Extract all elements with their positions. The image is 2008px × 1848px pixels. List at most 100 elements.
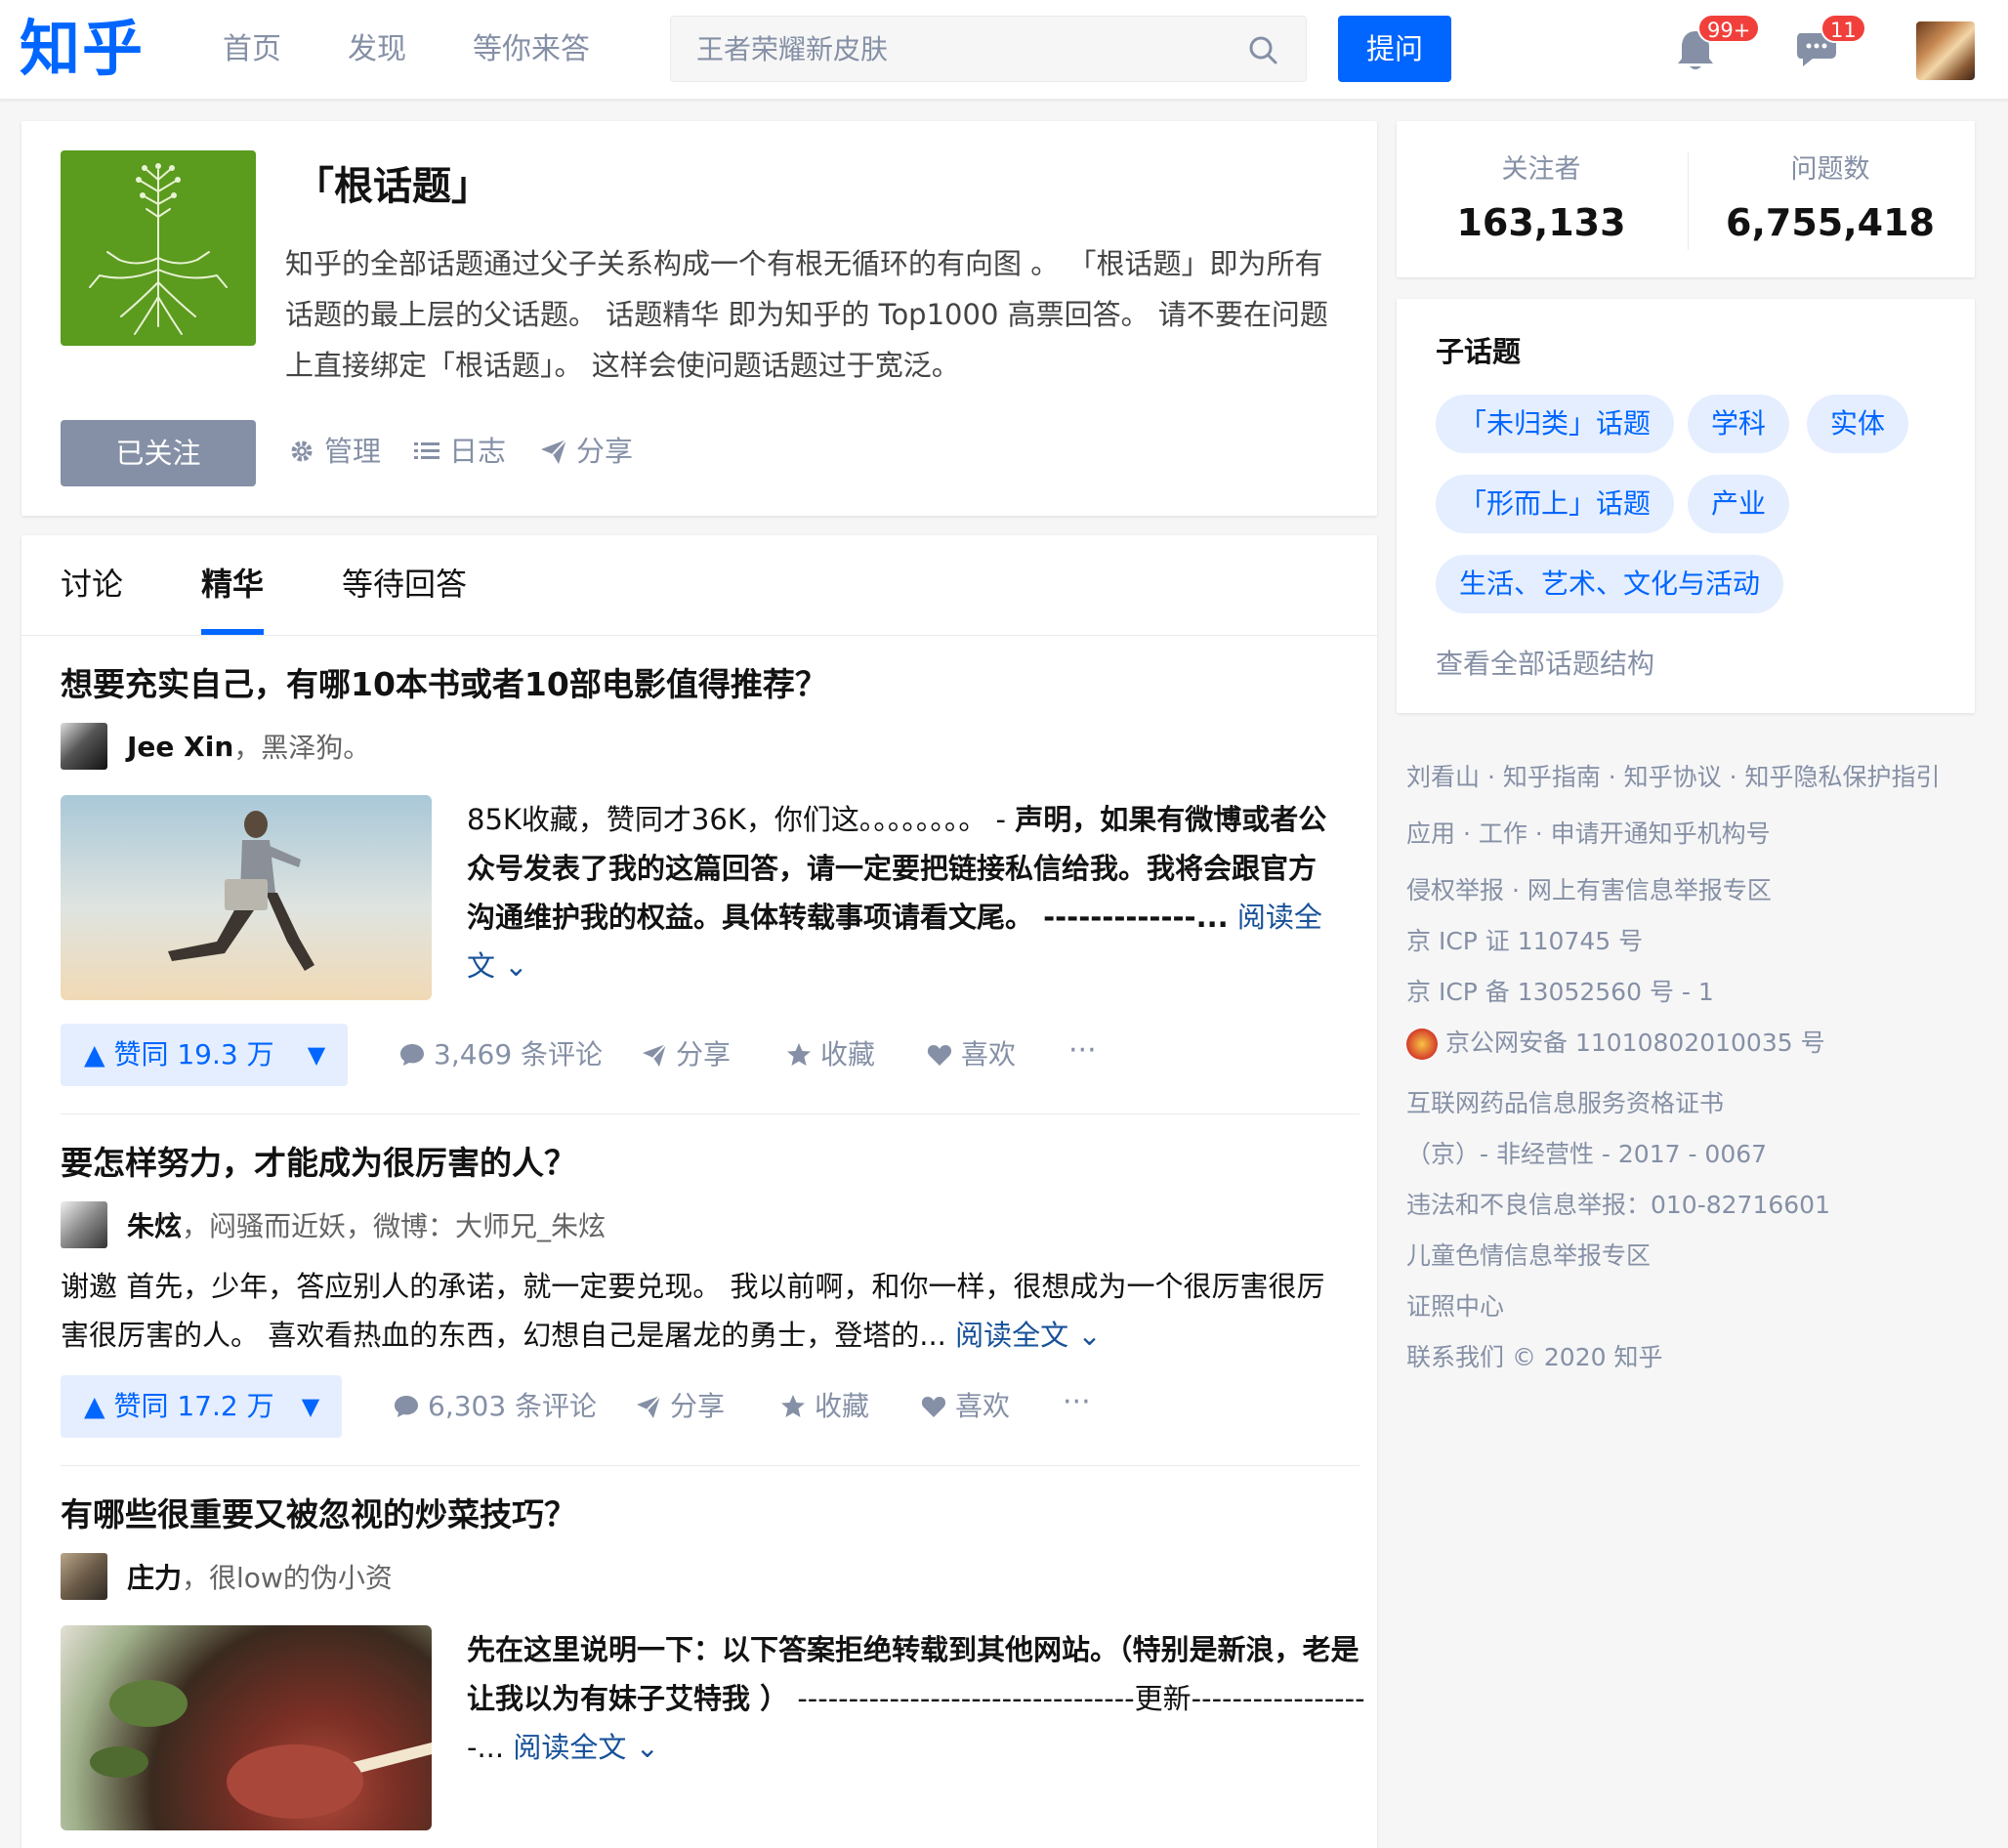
author-name[interactable]: Jee Xin [127, 731, 233, 763]
search-icon[interactable] [1247, 34, 1278, 65]
question-title[interactable]: 有哪些很重要又被忽视的炒菜技巧？ [61, 1492, 576, 1537]
subtopic-chip[interactable]: 产业 [1688, 475, 1790, 533]
more-options-button[interactable]: ··· [1063, 1371, 1091, 1434]
share-answer-button[interactable]: 分享 [641, 1024, 731, 1086]
author-name[interactable]: 庄力 [127, 1557, 182, 1596]
tab-essence[interactable]: 精华 [201, 563, 264, 606]
answer-excerpt[interactable]: 谢邀 首先，少年，答应别人的承诺，就一定要兑现。 我以前啊，和你一样，很想成为一… [61, 1262, 1350, 1360]
read-more-label: 阅读全文 [955, 1319, 1069, 1352]
question-title[interactable]: 要怎样努力，才能成为很厉害的人？ [61, 1141, 576, 1186]
feed-divider [61, 1113, 1360, 1114]
author-avatar[interactable] [61, 1553, 107, 1600]
answer-author: 庄力 ，很low的伪小资 [61, 1553, 393, 1600]
questions-label: 问题数 [1790, 154, 1870, 185]
subtopic-chip[interactable]: 生活、艺术、文化与活动 [1436, 555, 1784, 613]
answer-author: 朱炫 ，闷骚而近妖，微博：大师兄_朱炫 [61, 1201, 606, 1248]
share-label: 分享 [670, 1390, 726, 1422]
paper-plane-icon [541, 439, 567, 464]
excerpt-text: 谢邀 首先，少年，答应别人的承诺，就一定要兑现。 我以前啊，和你一样，很想成为一… [61, 1270, 1325, 1352]
footer-child-report[interactable]: 儿童色情信息举报专区 [1406, 1237, 1651, 1276]
downvote-button[interactable]: ▼ [285, 1024, 348, 1086]
author-name[interactable]: 朱炫 [127, 1205, 182, 1244]
top-header: 知乎 首页 发现 等你来答 王者荣耀新皮肤 提问 99+ 11 [0, 0, 2008, 100]
share-answer-button[interactable]: 分享 [635, 1375, 725, 1438]
questions-stat[interactable]: 问题数 6,755,418 [1686, 150, 1975, 250]
user-avatar[interactable] [1916, 21, 1975, 80]
manage-button[interactable]: 管理 [287, 430, 381, 473]
answer-thumbnail[interactable] [61, 1625, 432, 1830]
topic-description: 知乎的全部话题通过父子关系构成一个有根无循环的有向图 。 「根话题」即为所有话题… [285, 247, 1328, 382]
answer-thumbnail[interactable] [61, 795, 432, 1000]
question-title[interactable]: 想要充实自己，有哪10本书或者10部电影值得推荐？ [61, 662, 827, 707]
log-label: 日志 [449, 435, 507, 468]
feed-card: 讨论 精华 等待回答 想要充实自己，有哪10本书或者10部电影值得推荐？ Jee… [21, 535, 1377, 1848]
comment-icon [395, 1396, 418, 1417]
footer-license-center[interactable]: 证照中心 [1406, 1287, 1504, 1326]
search-input[interactable]: 王者荣耀新皮肤 [670, 16, 1307, 82]
gear-icon [291, 441, 313, 462]
log-button[interactable]: 日志 [412, 430, 506, 473]
read-more-label: 阅读全文 [513, 1731, 627, 1764]
zhihu-logo[interactable]: 知乎 [20, 10, 145, 88]
answer-excerpt[interactable]: 先在这里说明一下：以下答案拒绝转载到其他网站。（特别是新浪，老是让我以为有妹子艾… [467, 1625, 1365, 1772]
answer-author: Jee Xin ，黑泽狗。 [61, 723, 370, 770]
followed-button[interactable]: 已关注 [61, 420, 256, 486]
footer-icp-license[interactable]: 京 ICP 证 110745 号 [1406, 922, 1643, 961]
upvote-count: 赞同 19.3 万 [113, 1038, 274, 1071]
comments-button[interactable]: 6,303 条评论 [393, 1375, 597, 1438]
comment-icon [400, 1044, 424, 1066]
topic-title: 「根话题」 [295, 164, 490, 209]
tab-waiting-answers[interactable]: 等待回答 [342, 563, 467, 606]
footer-links-1[interactable]: 刘看山 · 知乎指南 · 知乎协议 · 知乎隐私保护指引 [1406, 758, 1941, 797]
like-label: 喜欢 [961, 1038, 1017, 1071]
author-avatar[interactable] [61, 723, 107, 770]
comments-count: 3,469 条评论 [434, 1038, 604, 1071]
author-bio: ，很low的伪小资 [182, 1562, 393, 1594]
nav-waiting[interactable]: 等你来答 [473, 29, 590, 70]
answer-excerpt[interactable]: 85K收藏，赞同才36K，你们这。。。。。。。。 - 声明，如果有微博或者公众号… [467, 795, 1338, 990]
followers-stat[interactable]: 关注者 163,133 [1397, 150, 1686, 250]
footer-drug-cert[interactable]: 互联网药品信息服务资格证书 [1406, 1084, 1724, 1123]
ask-button[interactable]: 提问 [1338, 16, 1451, 82]
share-topic-button[interactable]: 分享 [539, 430, 633, 473]
message-badge: 11 [1820, 14, 1866, 43]
read-more-link[interactable]: 阅读全文 ⌄ [513, 1731, 659, 1764]
footer-links-2[interactable]: 应用 · 工作 · 申请开通知乎机构号 [1406, 815, 1771, 854]
subtopic-chip[interactable]: 「形而上」话题 [1436, 475, 1675, 533]
tab-discussion[interactable]: 讨论 [61, 563, 123, 606]
upvote-button[interactable]: ▲ 赞同 17.2 万 [61, 1375, 298, 1438]
subtopic-chip[interactable]: 「未归类」话题 [1436, 395, 1675, 453]
paper-plane-icon [637, 1395, 661, 1418]
like-button[interactable]: 喜欢 [920, 1375, 1010, 1438]
author-bio: ，黑泽狗。 [233, 732, 371, 764]
heart-icon [927, 1045, 952, 1066]
list-icon [414, 442, 439, 459]
subtopics-title: 子话题 [1436, 335, 1522, 368]
footer-links-3[interactable]: 侵权举报 · 网上有害信息举报专区 [1406, 871, 1772, 910]
questions-count: 6,755,418 [1726, 201, 1935, 244]
topic-header-card: 「根话题」 知乎的全部话题通过父子关系构成一个有根无循环的有向图 。 「根话题」… [21, 121, 1377, 516]
notification-badge: 99+ [1697, 14, 1761, 43]
downvote-button[interactable]: ▼ [279, 1375, 342, 1438]
footer-report-phone[interactable]: 违法和不良信息举报：010-82716601 [1406, 1186, 1830, 1225]
subtopic-chip[interactable]: 实体 [1807, 395, 1909, 453]
author-avatar[interactable] [61, 1201, 107, 1248]
comments-button[interactable]: 3,469 条评论 [398, 1024, 603, 1086]
more-options-button[interactable]: ··· [1068, 1020, 1097, 1082]
upvote-count: 赞同 17.2 万 [113, 1390, 274, 1422]
like-button[interactable]: 喜欢 [926, 1024, 1016, 1086]
police-record-text: 京公网安备 11010802010035 号 [1445, 1029, 1825, 1057]
collect-button[interactable]: 收藏 [785, 1024, 875, 1086]
police-badge-icon [1406, 1029, 1438, 1060]
footer-contact[interactable]: 联系我们 © 2020 知乎 [1406, 1338, 1662, 1377]
footer-icp-record[interactable]: 京 ICP 备 13052560 号 - 1 [1406, 973, 1714, 1012]
jumping-man-illustration [168, 811, 314, 971]
nav-discover[interactable]: 发现 [348, 29, 406, 70]
upvote-button[interactable]: ▲ 赞同 19.3 万 [61, 1024, 298, 1086]
nav-home[interactable]: 首页 [223, 29, 281, 70]
read-more-link[interactable]: 阅读全文 ⌄ [955, 1319, 1102, 1352]
subtopic-chip[interactable]: 学科 [1688, 395, 1790, 453]
collect-button[interactable]: 收藏 [779, 1375, 869, 1438]
footer-police-record[interactable]: 京公网安备 11010802010035 号 [1406, 1024, 1825, 1063]
view-all-topics-link[interactable]: 查看全部话题结构 [1436, 645, 1654, 684]
